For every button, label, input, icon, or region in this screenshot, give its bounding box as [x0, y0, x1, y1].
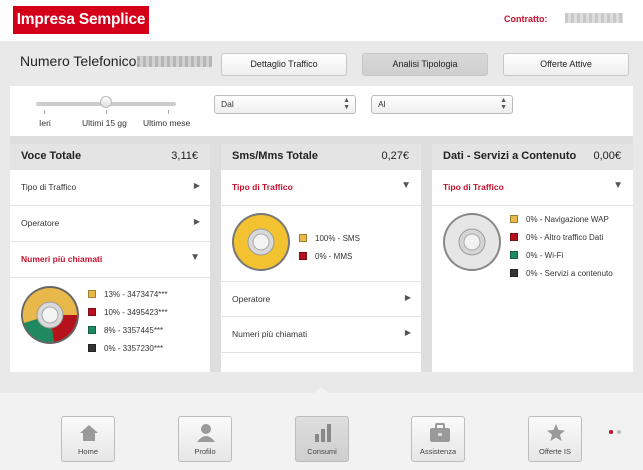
data-row-tipo-traffico[interactable]: Tipo di Traffico ▼: [432, 170, 633, 206]
swatch: [88, 326, 96, 334]
home-icon: [80, 425, 98, 441]
voice-card-title: Voce Totale: [21, 150, 82, 162]
chevron-right-icon: ▶: [193, 217, 200, 226]
voice-card-total: 3,11€: [171, 150, 198, 162]
row-label-expanded: Tipo di Traffico: [232, 182, 293, 192]
nav-home-button[interactable]: Home: [61, 416, 115, 462]
filters-bar: Ieri Ultimi 15 gg Ultimo mese Dal ▲ ▼ Al …: [10, 86, 633, 136]
phone-number-label: Numero Telefonico:: [20, 53, 141, 69]
sms-card: Sms/Mms Totale 0,27€ Tipo di Traffico ▼ …: [221, 144, 421, 372]
sms-row-tipo-traffico[interactable]: Tipo di Traffico ▼: [221, 170, 421, 206]
date-from-label: Dal: [221, 99, 234, 109]
main-panel: Ieri Ultimi 15 gg Ultimo mese Dal ▲ ▼ Al …: [10, 86, 633, 372]
nav-consumi-button[interactable]: Consumi: [295, 416, 349, 462]
period-slider-thumb[interactable]: [100, 96, 112, 108]
legend-text: 0% - 3357230***: [104, 344, 164, 353]
voice-row-numeri-chiamati[interactable]: Numeri più chiamati ▼: [10, 242, 210, 278]
data-card-total: 0,00€: [593, 150, 621, 162]
select-arrows-icon: ▲ ▼: [500, 97, 507, 111]
nav-label: Home: [77, 447, 98, 456]
swatch: [510, 233, 518, 241]
app-header: Impresa Semplice Contratto:: [0, 0, 643, 41]
chevron-down-icon: ▼: [613, 180, 623, 191]
slider-label-ieri[interactable]: Ieri: [39, 118, 51, 128]
nav-label: Assistenza: [419, 447, 457, 456]
voice-donut-chart: [21, 286, 79, 344]
nav-profilo-button[interactable]: Profilo: [178, 416, 232, 462]
data-donut-chart: [443, 213, 501, 271]
nav-label: Offerte IS: [539, 447, 571, 456]
nav-offerte-button[interactable]: Offerte IS: [528, 416, 582, 462]
sms-row-operatore[interactable]: Operatore ▶: [221, 281, 421, 317]
swatch: [510, 251, 518, 259]
data-card-header: Dati - Servizi a Contenuto 0,00€: [432, 144, 633, 170]
legend-text: 0% - Servizi a contenuto: [526, 269, 613, 278]
legend-text: 8% - 3357445***: [104, 326, 164, 335]
nav-assistenza-button[interactable]: Assistenza: [411, 416, 465, 462]
bar-chart-icon: [315, 424, 331, 442]
chevron-right-icon: ▶: [404, 293, 411, 302]
sms-row-numeri-chiamati[interactable]: Numeri più chiamati ▶: [221, 317, 421, 353]
number-bar: Numero Telefonico: Dettaglio Traffico An…: [0, 41, 643, 86]
swatch: [510, 215, 518, 223]
row-label-expanded: Tipo di Traffico: [443, 182, 504, 192]
data-card-title: Dati - Servizi a Contenuto: [443, 150, 577, 162]
row-label: Operatore: [21, 218, 60, 228]
nav-label: Profilo: [194, 447, 216, 456]
tab-offerte-attive[interactable]: Offerte Attive: [503, 53, 629, 76]
sms-card-total: 0,27€: [381, 150, 409, 162]
date-from-select[interactable]: Dal ▲ ▼: [214, 95, 356, 114]
select-arrows-icon: ▲ ▼: [343, 97, 350, 111]
row-label: Operatore: [232, 294, 271, 304]
swatch: [88, 290, 96, 298]
date-to-select[interactable]: Al ▲ ▼: [371, 95, 513, 114]
page-indicator-dot-active[interactable]: [609, 430, 613, 434]
sms-donut-chart: [232, 213, 290, 271]
user-icon: [197, 424, 215, 442]
swatch: [88, 344, 96, 352]
swatch: [299, 252, 307, 260]
chevron-right-icon: ▶: [193, 181, 200, 190]
row-label-expanded: Numeri più chiamati: [21, 254, 103, 264]
swatch: [510, 269, 518, 277]
legend-text: 0% - MMS: [315, 252, 353, 261]
voice-row-tipo-traffico[interactable]: Tipo di Traffico ▶: [10, 170, 210, 206]
legend-text: 0% - Navigazione WAP: [526, 215, 609, 224]
brand-logo: Impresa Semplice: [13, 6, 149, 34]
voice-row-operatore[interactable]: Operatore ▶: [10, 206, 210, 242]
sms-card-header: Sms/Mms Totale 0,27€: [221, 144, 421, 170]
row-label: Tipo di Traffico: [21, 182, 77, 192]
legend-text: 0% - Altro traffico Dati: [526, 233, 604, 242]
star-icon: [547, 424, 565, 441]
briefcase-icon: [430, 423, 450, 442]
slider-tick: [106, 110, 107, 114]
sms-card-title: Sms/Mms Totale: [232, 150, 318, 162]
phone-number-value-redacted: [137, 56, 212, 67]
chevron-down-icon: ▼: [401, 180, 411, 191]
contract-value-redacted: [565, 13, 623, 23]
legend-text: 13% - 3473474***: [104, 290, 168, 299]
slider-label-mese[interactable]: Ultimo mese: [143, 118, 190, 128]
data-card: Dati - Servizi a Contenuto 0,00€ Tipo di…: [432, 144, 633, 372]
date-to-label: Al: [378, 99, 386, 109]
slider-tick: [168, 110, 169, 114]
slider-tick: [44, 110, 45, 114]
legend-text: 100% - SMS: [315, 234, 360, 243]
slider-label-15gg[interactable]: Ultimi 15 gg: [82, 118, 127, 128]
voice-card: Voce Totale 3,11€ Tipo di Traffico ▶ Ope…: [10, 144, 210, 372]
chevron-down-icon: ▼: [190, 252, 200, 263]
contract-label: Contratto:: [504, 14, 548, 24]
swatch: [88, 308, 96, 316]
voice-card-header: Voce Totale 3,11€: [10, 144, 210, 170]
swatch: [299, 234, 307, 242]
chevron-right-icon: ▶: [404, 328, 411, 337]
page-indicator-dot[interactable]: [617, 430, 621, 434]
tab-dettaglio-traffico[interactable]: Dettaglio Traffico: [221, 53, 347, 76]
tab-analisi-tipologia[interactable]: Analisi Tipologia: [362, 53, 488, 76]
nav-label: Consumi: [307, 447, 337, 456]
bottom-nav: Home Profilo Consumi Assistenza Offerte …: [0, 393, 643, 470]
row-label: Numeri più chiamati: [232, 329, 308, 339]
legend-text: 0% - Wi-Fi: [526, 251, 564, 260]
legend-text: 10% - 3495423***: [104, 308, 168, 317]
